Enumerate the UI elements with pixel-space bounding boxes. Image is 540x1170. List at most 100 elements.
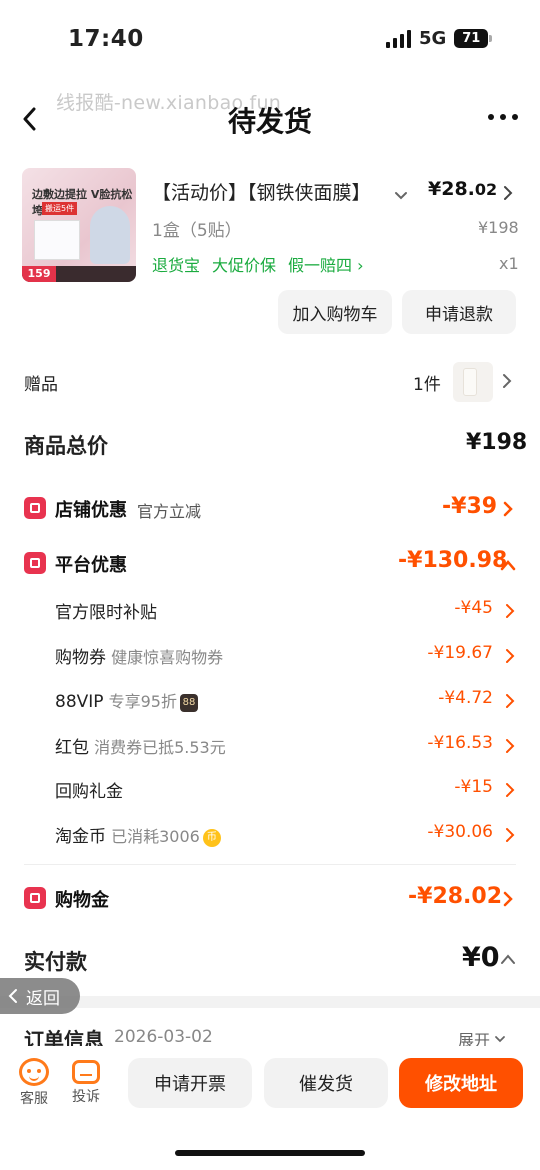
service-tag: 大促价保 bbox=[212, 256, 277, 275]
chevron-right-icon[interactable] bbox=[502, 500, 514, 522]
discount-hint: 消费券已抵5.53元 bbox=[94, 738, 226, 757]
model-image bbox=[90, 206, 130, 264]
service-tag: 退货宝 bbox=[152, 256, 201, 275]
home-indicator bbox=[175, 1150, 365, 1156]
mask-box-image bbox=[34, 220, 80, 260]
discount-row[interactable]: 淘金币 已消耗3006 币 -¥30.06 bbox=[55, 822, 515, 848]
discount-hint: 健康惊喜购物券 bbox=[111, 648, 224, 667]
gift-label: 赠品 bbox=[24, 375, 58, 395]
discount-label: 官方限时补贴 bbox=[55, 603, 157, 623]
section-separator bbox=[0, 996, 540, 1008]
battery-icon: 71 bbox=[454, 29, 493, 48]
dot-icon bbox=[488, 114, 494, 120]
store-discount-sub: 官方立减 bbox=[137, 502, 202, 521]
discount-row[interactable]: 官方限时补贴 -¥45 bbox=[55, 598, 515, 624]
product-thumbnail[interactable]: 边敷边提拉 V脸抗松垮 搬运5件 159 bbox=[22, 168, 136, 282]
discount-label: 淘金币 bbox=[55, 827, 106, 847]
discount-label: 购物券 bbox=[55, 648, 106, 668]
discount-amount: -¥16.53 bbox=[427, 733, 493, 753]
discount-amount: -¥15 bbox=[454, 777, 493, 797]
chevron-right-icon bbox=[505, 827, 515, 847]
platform-discount-label: 平台优惠 bbox=[55, 555, 127, 576]
total-value: ¥198 bbox=[466, 430, 528, 455]
discount-amount: -¥30.06 bbox=[427, 822, 493, 842]
complain-button[interactable]: 投诉 bbox=[66, 1058, 106, 1106]
discount-row[interactable]: 回购礼金 -¥15 bbox=[55, 777, 515, 803]
chevron-right-icon bbox=[505, 648, 515, 668]
battery-level: 71 bbox=[454, 29, 489, 48]
chevron-down-icon bbox=[495, 1036, 505, 1043]
cellular-signal-icon bbox=[386, 29, 411, 48]
shopping-bag-icon bbox=[24, 887, 46, 909]
return-button[interactable]: 返回 bbox=[0, 978, 80, 1014]
complain-icon bbox=[72, 1060, 100, 1084]
service-tags[interactable]: 退货宝 大促价保 假一赔四 › bbox=[152, 252, 364, 276]
return-label: 返回 bbox=[26, 988, 60, 1009]
page-title: 待发货 bbox=[227, 105, 312, 138]
chevron-down-icon[interactable] bbox=[394, 186, 408, 205]
order-date: 2026-03-02 bbox=[114, 1027, 213, 1047]
shopping-cash-label: 购物金 bbox=[55, 890, 109, 911]
add-to-cart-button[interactable]: 加入购物车 bbox=[278, 290, 392, 334]
discount-row[interactable]: 购物券 健康惊喜购物券 -¥19.67 bbox=[55, 643, 515, 669]
request-refund-button[interactable]: 申请退款 bbox=[402, 290, 516, 334]
discount-label: 88VIP bbox=[55, 692, 104, 712]
price-decimal: 02 bbox=[474, 180, 498, 199]
service-tag: 假一赔四 › bbox=[288, 256, 364, 275]
platform-discount-amount[interactable]: -¥130.98 bbox=[398, 548, 507, 573]
store-discount-amount[interactable]: -¥39 bbox=[442, 494, 497, 519]
thumb-price-strip: 159 bbox=[22, 266, 136, 282]
chevron-right-icon bbox=[505, 603, 515, 623]
discount-row[interactable]: 88VIP 专享95折 88 -¥4.72 bbox=[55, 688, 515, 714]
chevron-right-icon bbox=[505, 782, 515, 802]
vip-badge-icon: 88 bbox=[180, 694, 198, 712]
urge-shipment-button[interactable]: 催发货 bbox=[264, 1058, 388, 1108]
chevron-up-icon[interactable] bbox=[500, 556, 516, 575]
chevron-right-icon bbox=[505, 738, 515, 758]
chevron-right-icon[interactable] bbox=[501, 372, 513, 394]
paid-amount[interactable]: ¥0 bbox=[462, 942, 500, 973]
product-title[interactable]: 【活动价】【钢铁侠面膜】 bbox=[152, 178, 392, 205]
chevron-right-icon[interactable] bbox=[502, 890, 514, 912]
customer-service-icon bbox=[19, 1058, 49, 1086]
chevron-right-icon[interactable] bbox=[502, 184, 514, 206]
total-label: 商品总价 bbox=[24, 434, 108, 458]
thumb-subtag: 搬运5件 bbox=[42, 202, 78, 215]
discount-hint: 已消耗3006 bbox=[111, 827, 200, 846]
original-price: ¥198 bbox=[478, 218, 519, 237]
discount-amount: -¥45 bbox=[454, 598, 493, 618]
product-price: ¥28.02 bbox=[428, 178, 497, 200]
thumb-price: 159 bbox=[22, 266, 56, 282]
coin-icon: 币 bbox=[202, 829, 221, 847]
discount-label: 红包 bbox=[55, 738, 89, 758]
customer-service-label: 客服 bbox=[20, 1091, 48, 1107]
discount-label: 回购礼金 bbox=[55, 782, 123, 802]
more-options-button[interactable] bbox=[488, 114, 518, 120]
quantity: x1 bbox=[499, 254, 519, 273]
paid-label: 实付款 bbox=[24, 950, 87, 974]
discount-amount: -¥4.72 bbox=[438, 688, 493, 708]
platform-coupon-icon bbox=[24, 552, 46, 574]
modify-address-button[interactable]: 修改地址 bbox=[399, 1058, 523, 1108]
network-type: 5G bbox=[419, 28, 447, 49]
discount-hint: 专享95折 bbox=[108, 692, 177, 711]
request-invoice-button[interactable]: 申请开票 bbox=[128, 1058, 252, 1108]
discount-row[interactable]: 红包 消费券已抵5.53元 -¥16.53 bbox=[55, 733, 515, 759]
divider bbox=[24, 864, 516, 865]
customer-service-button[interactable]: 客服 bbox=[14, 1058, 54, 1108]
status-time: 17:40 bbox=[68, 26, 144, 52]
shopping-cash-amount[interactable]: -¥28.02 bbox=[408, 884, 502, 909]
product-spec: 1盒（5贴） bbox=[152, 221, 242, 241]
store-discount-label: 店铺优惠 bbox=[55, 500, 127, 521]
complain-label: 投诉 bbox=[72, 1089, 100, 1105]
chevron-right-icon bbox=[505, 693, 515, 713]
discount-amount: -¥19.67 bbox=[427, 643, 493, 663]
price-integer: ¥28. bbox=[428, 178, 475, 200]
chevron-left-icon bbox=[8, 989, 17, 1003]
gift-count: 1件 bbox=[413, 375, 441, 395]
gift-thumbnail[interactable] bbox=[453, 362, 493, 402]
chevron-up-icon[interactable] bbox=[500, 950, 516, 969]
back-button[interactable] bbox=[16, 104, 46, 134]
store-icon bbox=[24, 497, 46, 519]
chevron-left-icon bbox=[23, 107, 36, 131]
